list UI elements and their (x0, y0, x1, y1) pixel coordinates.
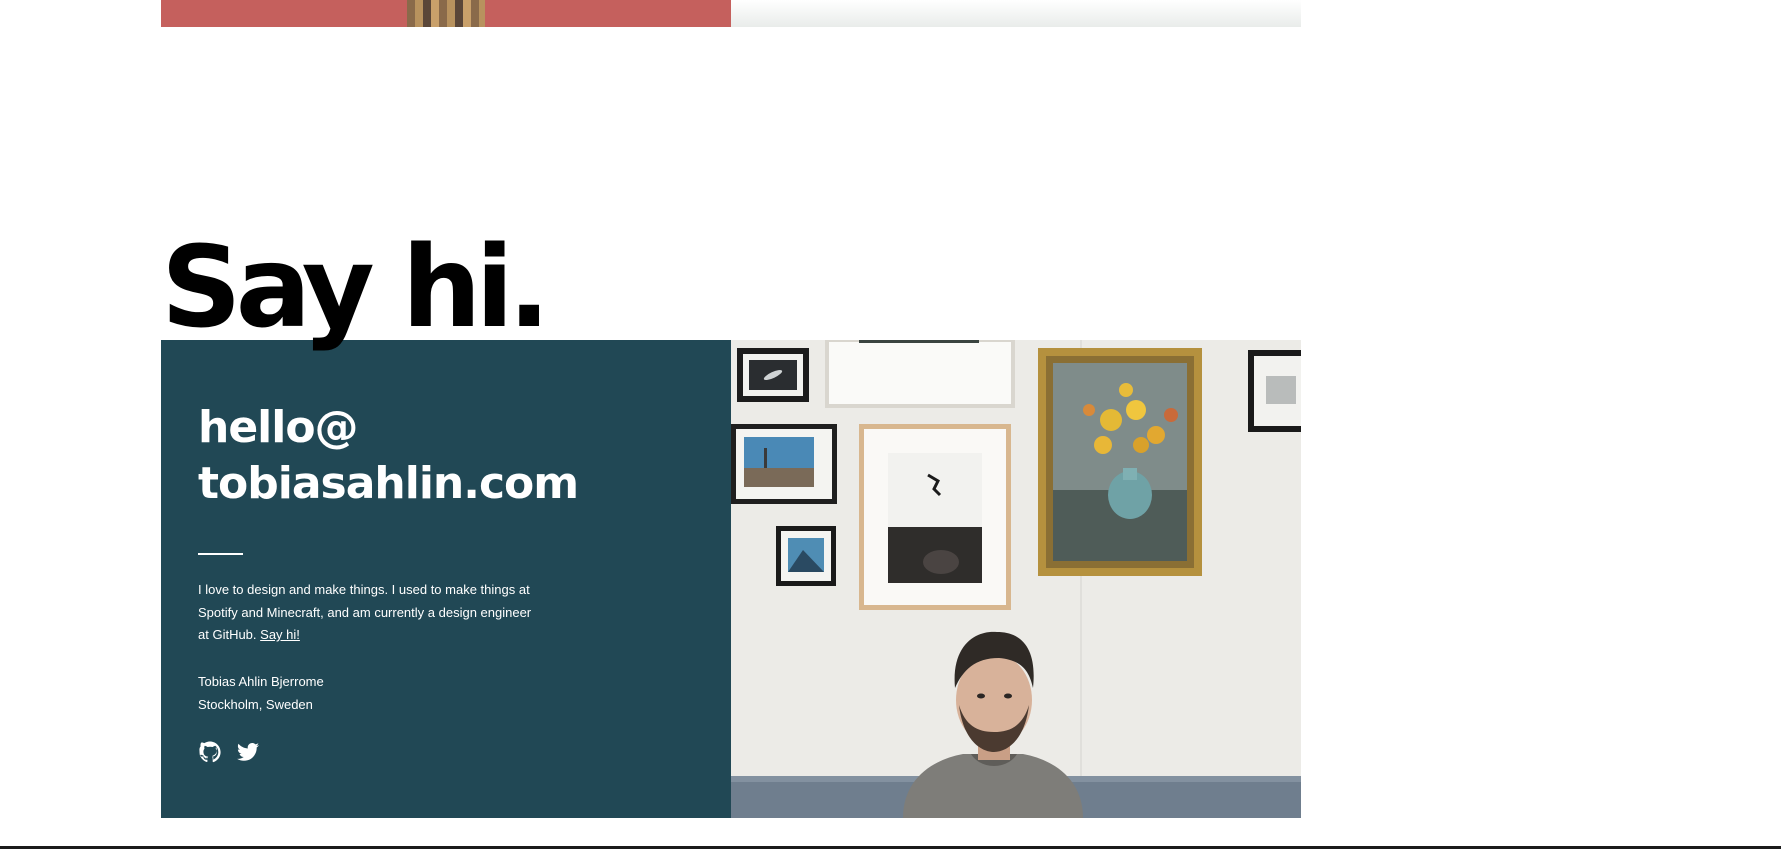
pixel-art-image (407, 0, 485, 27)
github-link[interactable] (198, 740, 222, 764)
contact-panel: hello@ tobiasahlin.com I love to design … (161, 340, 731, 818)
email-address[interactable]: hello@ tobiasahlin.com (198, 400, 579, 512)
social-links (198, 740, 260, 764)
twitter-icon (237, 743, 259, 761)
bio-body: I love to design and make things. I used… (198, 582, 532, 642)
say-hi-link[interactable]: Say hi! (260, 627, 300, 642)
portrait-illustration (731, 340, 1301, 818)
say-hi-heading: Say hi. (161, 223, 550, 353)
portrait-photo (731, 340, 1301, 818)
github-icon (198, 741, 221, 763)
project-thumbnail-right[interactable] (731, 0, 1301, 27)
author-location: Stockholm, Sweden (198, 697, 313, 712)
email-line-1: hello@ (198, 402, 359, 453)
bio-text: I love to design and make things. I used… (198, 579, 538, 647)
signature: Tobias Ahlin Bjerrome Stockholm, Sweden (198, 670, 324, 716)
author-name: Tobias Ahlin Bjerrome (198, 674, 324, 689)
email-line-2: tobiasahlin.com (198, 458, 579, 509)
project-thumbnail-left[interactable] (161, 0, 731, 27)
divider (198, 553, 243, 555)
twitter-link[interactable] (236, 740, 260, 764)
